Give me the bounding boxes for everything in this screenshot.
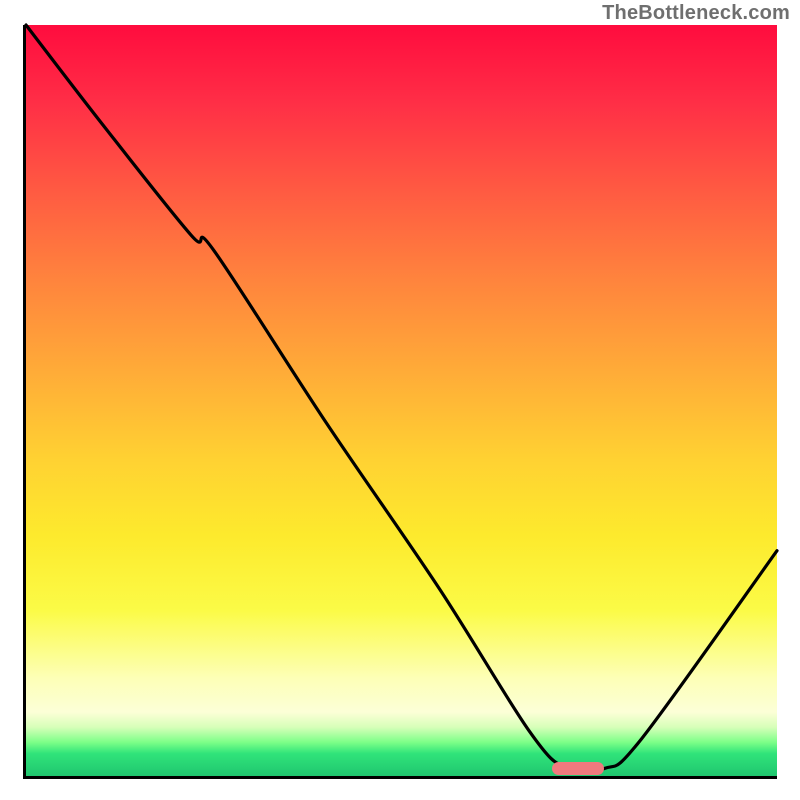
optimal-range-marker	[552, 762, 605, 775]
bottleneck-curve	[26, 25, 777, 776]
watermark: TheBottleneck.com	[602, 2, 790, 25]
chart-area	[23, 25, 777, 779]
